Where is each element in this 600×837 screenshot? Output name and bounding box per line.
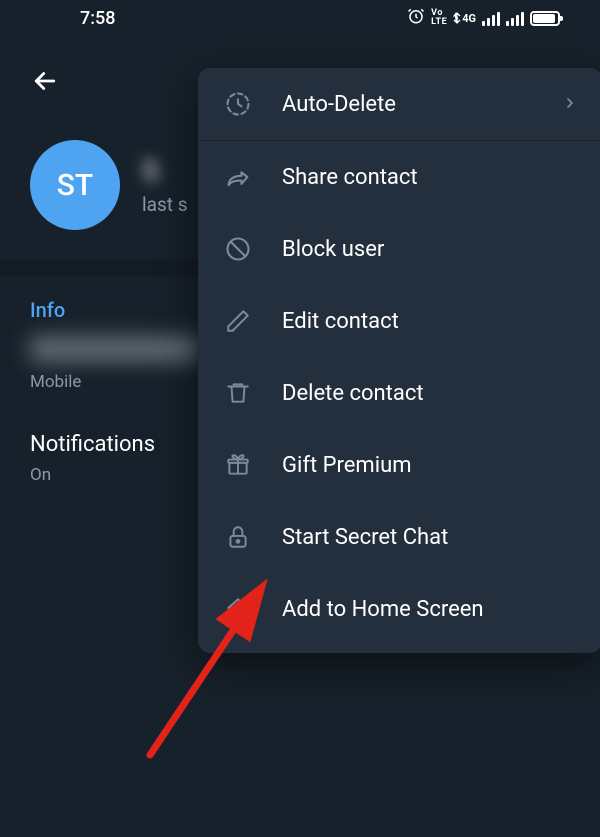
menu-start-secret-chat[interactable]: Start Secret Chat [198,501,600,573]
trash-icon [222,377,254,409]
timer-icon [222,88,254,120]
add-home-icon [222,593,254,625]
menu-edit-contact[interactable]: Edit contact [198,285,600,357]
status-indicators: Vo LTE 4G [407,7,560,30]
menu-delete-contact[interactable]: Delete contact [198,357,600,429]
profile-text: S last s [142,154,188,216]
menu-label: Block user [282,237,578,262]
volte-indicator: Vo LTE [431,9,447,27]
gift-icon [222,449,254,481]
status-bar: 7:58 Vo LTE 4G [0,0,600,36]
menu-auto-delete[interactable]: Auto-Delete [198,68,600,140]
status-time: 7:58 [80,8,115,29]
lock-icon [222,521,254,553]
network-4g-indicator: 4G [453,11,476,25]
alarm-icon [407,7,425,30]
menu-block-user[interactable]: Block user [198,213,600,285]
battery-icon [530,11,560,26]
menu-label: Auto-Delete [282,92,534,117]
phone-number[interactable] [30,336,200,362]
avatar-initials: ST [57,168,93,203]
block-icon [222,233,254,265]
avatar[interactable]: ST [30,140,120,230]
pencil-icon [222,305,254,337]
menu-gift-premium[interactable]: Gift Premium [198,429,600,501]
menu-add-to-home[interactable]: Add to Home Screen [198,573,600,645]
chevron-right-icon [562,92,578,117]
profile-status: last s [142,193,188,216]
menu-label: Add to Home Screen [282,597,578,622]
menu-share-contact[interactable]: Share contact [198,141,600,213]
signal-icon [482,10,500,26]
back-button[interactable] [30,66,60,100]
signal-icon-2 [506,10,524,26]
share-icon [222,161,254,193]
menu-label: Share contact [282,165,578,190]
menu-label: Start Secret Chat [282,525,578,550]
profile-name: S [142,154,188,187]
menu-label: Gift Premium [282,453,578,478]
menu-label: Edit contact [282,309,578,334]
context-menu: Auto-Delete Share contact Block user Edi… [198,68,600,653]
menu-label: Delete contact [282,381,578,406]
